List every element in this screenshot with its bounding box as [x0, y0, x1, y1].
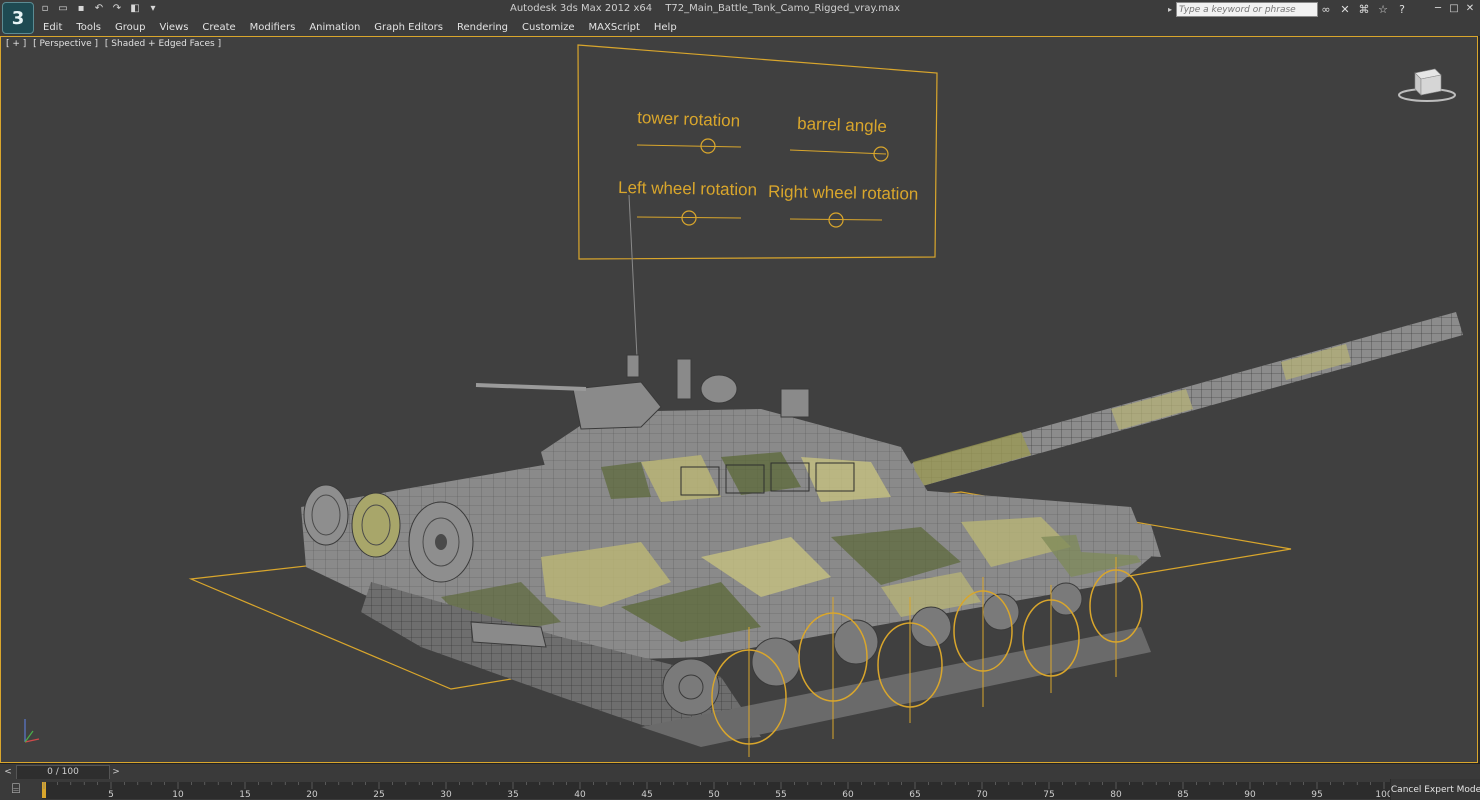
new-icon[interactable]: ▫	[38, 2, 52, 15]
open-icon[interactable]: ▭	[56, 2, 70, 15]
menu-maxscript[interactable]: MAXScript	[582, 20, 647, 35]
project-folder-icon[interactable]: ◧	[128, 2, 142, 15]
maximize-icon[interactable]: □	[1447, 2, 1461, 15]
dropdown-icon[interactable]: ▾	[146, 2, 160, 15]
rig-control-panel[interactable]: tower rotation barrel angle Left wheel r…	[577, 44, 938, 358]
track-tick-label: 60	[842, 790, 854, 800]
slider-label-tower: tower rotation	[637, 108, 741, 131]
save-icon[interactable]: ▪	[74, 2, 88, 15]
curve-editor-icon[interactable]: ⌸	[2, 780, 30, 798]
track-tick-label: 20	[306, 790, 318, 800]
track-tick-label: 10	[172, 790, 184, 800]
menu-rendering[interactable]: Rendering	[450, 20, 515, 35]
track-tick-label: 5	[108, 790, 114, 800]
close-icon[interactable]: ✕	[1463, 2, 1477, 15]
undo-icon[interactable]: ↶	[92, 2, 106, 15]
redo-icon[interactable]: ↷	[110, 2, 124, 15]
track-tick-label: 50	[708, 790, 720, 800]
window-title: Autodesk 3ds Max 2012 x64 T72_Main_Battl…	[510, 3, 910, 14]
axis-tripod-icon	[24, 719, 40, 743]
time-next-icon[interactable]: >	[110, 766, 122, 777]
viewcube-icon[interactable]	[1397, 65, 1457, 105]
search-input[interactable]	[1176, 2, 1319, 17]
track-tick-label: 30	[440, 790, 452, 800]
track-tick-label: 95	[1311, 790, 1322, 800]
tools-icon[interactable]: ✕	[1337, 2, 1353, 16]
slider-label-barrel: barrel angle	[797, 114, 887, 136]
track-tick-label: 100	[1375, 790, 1390, 800]
track-tick-label: 15	[239, 790, 250, 800]
window-controls: ─ □ ✕	[1431, 2, 1477, 15]
menu-group[interactable]: Group	[108, 20, 152, 35]
cancel-expert-mode-button[interactable]: Cancel Expert Mode	[1390, 779, 1480, 800]
binoculars-icon[interactable]: ∞	[1318, 2, 1334, 16]
file-name: T72_Main_Battle_Tank_Camo_Rigged_vray.ma…	[665, 3, 900, 14]
track-tick-label: 85	[1177, 790, 1188, 800]
favorites-icon[interactable]: ⌘	[1356, 2, 1372, 16]
perspective-viewport[interactable]: [ + ] [ Perspective ] [ Shaded + Edged F…	[0, 36, 1478, 763]
track-tick-label: 80	[1110, 790, 1122, 800]
quick-access-toolbar: ▫ ▭ ▪ ↶ ↷ ◧ ▾	[38, 2, 160, 16]
3ds-max-logo-icon: 3	[11, 7, 25, 29]
track-tick-label: 55	[775, 790, 786, 800]
tank-model[interactable]	[301, 312, 1463, 747]
app-menu-button[interactable]: 3	[2, 2, 34, 34]
track-tick-label: 45	[641, 790, 652, 800]
fuel-drum[interactable]	[303, 484, 349, 546]
track-tick-label: 70	[976, 790, 988, 800]
menu-animation[interactable]: Animation	[302, 20, 367, 35]
track-ruler[interactable]: 5 10 15 20 25 30 35 40 45 50 55 60 65 70 75 80 85 90 95 100	[42, 779, 1390, 800]
track-tick-label: 35	[507, 790, 518, 800]
help-icon[interactable]: ?	[1394, 2, 1410, 16]
track-tick-label: 40	[574, 790, 586, 800]
track-tick-label: 75	[1043, 790, 1054, 800]
infocenter: ▸	[1168, 2, 1319, 17]
menu-bar: Edit Tools Group Views Create Modifiers …	[36, 20, 684, 35]
track-bar: ⌸ 5 10 15 20 25 30 35 40 45 50 55 60 65 70 75 80 85 90 95 1…	[0, 779, 1480, 800]
menu-modifiers[interactable]: Modifiers	[243, 20, 303, 35]
infocenter-icons: ∞ ✕ ⌘ ☆ ?	[1318, 2, 1410, 16]
menu-create[interactable]: Create	[195, 20, 242, 35]
star-icon[interactable]: ☆	[1375, 2, 1391, 16]
time-slider-bar: < 0 / 100 >	[0, 763, 1480, 780]
track-tick-label: 65	[909, 790, 920, 800]
minimize-icon[interactable]: ─	[1431, 2, 1445, 15]
menu-views[interactable]: Views	[152, 20, 195, 35]
menu-tools[interactable]: Tools	[69, 20, 108, 35]
menu-help[interactable]: Help	[647, 20, 684, 35]
title-bar: 3 ▫ ▭ ▪ ↶ ↷ ◧ ▾ Autodesk 3ds Max 2012 x6…	[0, 0, 1480, 37]
time-slider[interactable]: 0 / 100	[16, 765, 110, 780]
menu-edit[interactable]: Edit	[36, 20, 69, 35]
time-prev-icon[interactable]: <	[2, 766, 14, 777]
menu-customize[interactable]: Customize	[515, 20, 582, 35]
scene-canvas[interactable]: tower rotation barrel angle Left wheel r…	[1, 37, 1478, 763]
track-tick-label: 90	[1244, 790, 1256, 800]
slider-label-right-wheel: Right wheel rotation	[768, 182, 919, 204]
menu-graph-editors[interactable]: Graph Editors	[367, 20, 450, 35]
slider-label-left-wheel: Left wheel rotation	[618, 178, 757, 199]
track-tick-label: 25	[373, 790, 384, 800]
expand-arrow-icon[interactable]: ▸	[1168, 5, 1172, 14]
app-title: Autodesk 3ds Max 2012 x64	[510, 3, 653, 14]
